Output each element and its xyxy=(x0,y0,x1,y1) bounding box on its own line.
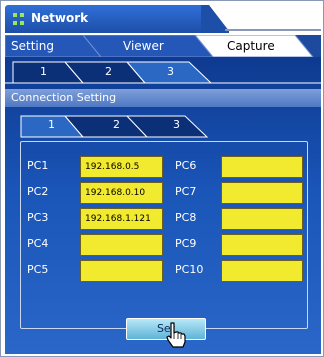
connection-tab-1[interactable]: 1 xyxy=(48,118,55,131)
section-title: Connection Setting xyxy=(5,89,321,107)
main-tab-bar: Setting Viewer Capture xyxy=(5,35,321,57)
pc7-label: PC7 xyxy=(175,185,197,198)
pc6-label: PC6 xyxy=(175,159,197,172)
pc5-label: PC5 xyxy=(27,263,49,276)
connection-tab-2[interactable]: 2 xyxy=(113,118,120,131)
sub-tab-bar: 1 2 3 xyxy=(5,59,321,85)
pc8-label: PC8 xyxy=(175,211,197,224)
subtab-1[interactable]: 1 xyxy=(40,65,47,78)
pc5-address-field[interactable] xyxy=(80,260,163,282)
pc6-address-field[interactable] xyxy=(221,156,303,178)
tab-capture[interactable]: Capture xyxy=(227,39,275,53)
grid-dots-icon xyxy=(13,13,25,25)
pc-address-grid: PC1 192.168.0.5 PC2 192.168.0.10 PC3 192… xyxy=(20,141,308,329)
sub-tab-shapes xyxy=(5,61,321,84)
pc9-address-field[interactable] xyxy=(221,234,303,256)
capture-panel: 1 2 3 Connection Setting 1 2 3 PC1 192.1… xyxy=(5,57,321,354)
pc2-label: PC2 xyxy=(27,185,49,198)
window-title: Network xyxy=(31,11,89,25)
pc3-address-field[interactable]: 192.168.1.121 xyxy=(80,208,163,230)
pc3-label: PC3 xyxy=(27,211,49,224)
pc7-address-field[interactable] xyxy=(221,182,303,204)
pc1-address-field[interactable]: 192.168.0.5 xyxy=(80,156,163,178)
tab-viewer[interactable]: Viewer xyxy=(123,39,164,53)
pc9-label: PC9 xyxy=(175,237,197,250)
network-window: Network Setting Viewer Capture 1 2 3 Con… xyxy=(0,0,324,357)
pc10-address-field[interactable] xyxy=(221,260,303,282)
subtab-3[interactable]: 3 xyxy=(167,65,174,78)
pc1-label: PC1 xyxy=(27,159,49,172)
subtab-2[interactable]: 2 xyxy=(105,65,112,78)
pc2-address-field[interactable]: 192.168.0.10 xyxy=(80,182,163,204)
title-divider xyxy=(225,29,321,31)
pc4-address-field[interactable] xyxy=(80,234,163,256)
pc4-label: PC4 xyxy=(27,237,49,250)
connection-tab-3[interactable]: 3 xyxy=(173,118,180,131)
pc10-label: PC10 xyxy=(175,263,204,276)
hand-pointer-icon xyxy=(166,322,186,348)
pc8-address-field[interactable] xyxy=(221,208,303,230)
tab-setting[interactable]: Setting xyxy=(11,39,54,53)
connection-tab-bar: 1 2 3 xyxy=(5,109,321,139)
title-bar: Network xyxy=(5,5,321,35)
